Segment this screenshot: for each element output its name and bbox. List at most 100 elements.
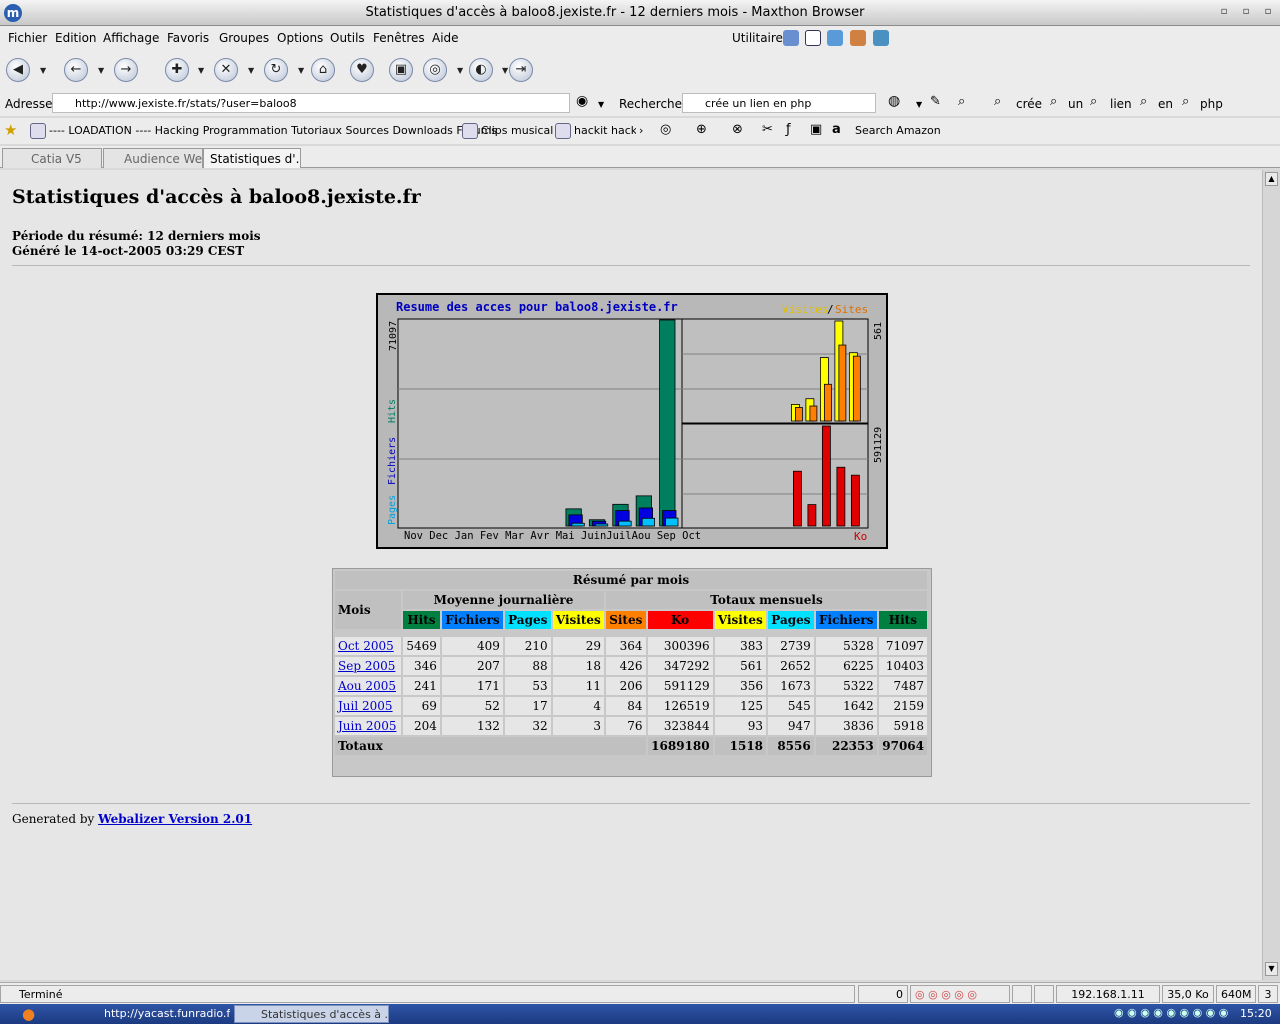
search-term-lien[interactable]: lien	[1110, 97, 1132, 111]
divider	[12, 265, 1250, 266]
chart-title: Resume des acces pour baloo8.jexiste.fr	[396, 300, 678, 314]
search-term-un[interactable]: un	[1068, 97, 1083, 111]
chevron-down-icon[interactable]: ▼	[298, 66, 304, 75]
tab-statistiques[interactable]: Statistiques d'...	[203, 148, 301, 168]
webalizer-link[interactable]: Webalizer Version 2.01	[98, 812, 252, 826]
page-icon	[555, 123, 571, 139]
media-icon[interactable]: ◎	[660, 122, 671, 137]
chevron-down-icon[interactable]: ▼	[40, 66, 46, 75]
value-cell: 347292	[647, 657, 713, 675]
tab-catia[interactable]: Catia V5	[2, 148, 102, 168]
footer-prefix: Generated by	[12, 812, 95, 826]
chevron-down-icon[interactable]: ▼	[98, 66, 104, 75]
new-window-icon[interactable]: ▣	[389, 58, 413, 82]
group-monthly-totals: Totaux mensuels	[606, 591, 927, 609]
y-axis-label-pages: Pages	[387, 495, 398, 525]
month-link[interactable]: Juin 2005	[338, 719, 396, 733]
status-indicators[interactable]: ◎ ◎ ◎ ◎ ◎	[910, 985, 1010, 1003]
column-header: Ko	[647, 611, 713, 629]
vertical-scrollbar[interactable]: ▲ ▼	[1262, 170, 1280, 980]
value-cell: 346	[403, 657, 440, 675]
exit-icon[interactable]: ⇥	[509, 58, 533, 82]
column-header: Pages	[768, 611, 814, 629]
menu-fichier[interactable]: Fichier	[8, 31, 47, 45]
favorite-clips-musical[interactable]: Clips musical	[481, 124, 553, 137]
back-button[interactable]: ←	[64, 58, 88, 82]
favorites-heart-icon[interactable]: ♥	[350, 58, 374, 82]
menu-affichage[interactable]: Affichage	[103, 31, 159, 45]
forward-button[interactable]: →	[114, 58, 138, 82]
search-icon: ⌕	[1090, 94, 1098, 109]
home-button[interactable]: ⌂	[311, 58, 335, 82]
chevron-down-icon[interactable]: ▼	[198, 66, 204, 75]
menu-outils[interactable]: Outils	[330, 31, 365, 45]
search-amazon-link[interactable]: Search Amazon	[855, 124, 941, 137]
screen-icon[interactable]	[805, 30, 821, 46]
month-link[interactable]: Aou 2005	[338, 679, 396, 693]
status-cell	[1034, 985, 1054, 1003]
menu-utilitaires[interactable]: Utilitaires	[732, 31, 789, 45]
brush-icon[interactable]	[850, 30, 866, 46]
column-header: Hits	[878, 611, 927, 629]
search-term-php[interactable]: php	[1200, 97, 1223, 111]
month-link[interactable]: Oct 2005	[338, 639, 394, 653]
go-icon[interactable]: ◉	[576, 93, 588, 109]
plugin-icon[interactable]	[873, 30, 889, 46]
highlight-icon[interactable]: ✎	[930, 94, 941, 109]
utility-tool-icon[interactable]	[783, 30, 799, 46]
totals-label: Totaux	[335, 737, 646, 755]
menu-options[interactable]: Options	[277, 31, 323, 45]
scroll-up-button[interactable]: ▲	[1265, 172, 1278, 186]
search-globe-icon[interactable]: ◐	[469, 58, 493, 82]
chevron-down-icon[interactable]: ▼	[598, 100, 604, 109]
chevron-down-icon[interactable]: ▼	[502, 66, 508, 75]
notes-icon[interactable]	[827, 30, 843, 46]
menu-aide[interactable]: Aide	[432, 31, 459, 45]
chevron-down-icon[interactable]: ▼	[248, 66, 254, 75]
refresh-button[interactable]: ↻	[264, 58, 288, 82]
column-header: Sites	[606, 611, 646, 629]
favorite-loadation[interactable]: ---- LOADATION ---- Hacking Programmatio…	[49, 124, 497, 137]
add-icon[interactable]: ⊕	[696, 122, 707, 137]
menu-favoris[interactable]: Favoris	[167, 31, 209, 45]
search-input[interactable]: crée un lien en php	[682, 93, 876, 113]
globe-icon[interactable]: ◍	[888, 93, 900, 109]
menu-edition[interactable]: Edition	[55, 31, 97, 45]
scroll-down-button[interactable]: ▼	[1265, 962, 1278, 976]
block-icon[interactable]: ⊗	[732, 122, 743, 137]
search-term-cree[interactable]: crée	[1016, 97, 1042, 111]
month-cell: Juil 2005	[335, 697, 401, 715]
taskbar-item-funradio[interactable]: http://yacast.funradio.f...	[78, 1005, 230, 1023]
menu-fenetres[interactable]: Fenêtres	[373, 31, 425, 45]
close-button[interactable]: ▫	[1262, 6, 1274, 18]
back-main-icon[interactable]: ◀	[6, 58, 30, 82]
frame-icon[interactable]: ▣	[810, 122, 822, 137]
group-icon[interactable]: ◎	[423, 58, 447, 82]
search-term-en[interactable]: en	[1158, 97, 1173, 111]
search-options-icon[interactable]: ⌕	[958, 94, 965, 109]
bar-sites	[838, 344, 847, 422]
bar-pages	[618, 520, 632, 527]
maximize-button[interactable]: ▫	[1240, 6, 1252, 18]
favorite-hackit[interactable]: hackit hackit	[574, 124, 636, 137]
flash-icon[interactable]: ƒ	[786, 122, 791, 137]
page-icon	[30, 123, 46, 139]
url-input[interactable]: http://www.jexiste.fr/stats/?user=baloo8	[52, 93, 570, 113]
chevron-down-icon[interactable]: ▼	[457, 66, 463, 75]
chevron-down-icon[interactable]: ▼	[916, 100, 922, 109]
star-icon[interactable]: ★	[4, 121, 17, 139]
start-apple-icon[interactable]: ●	[22, 1005, 35, 1023]
stop-button[interactable]: ✕	[214, 58, 238, 82]
tab-audience[interactable]: Audience We...	[103, 148, 203, 168]
tools-icon[interactable]: ✂	[762, 122, 773, 137]
close-tab-icon[interactable]: ✚	[165, 58, 189, 82]
menu-groupes[interactable]: Groupes	[219, 31, 269, 45]
taskbar-item-statistiques[interactable]: Statistiques d'accès à ...	[234, 1005, 389, 1023]
table-row: Juil 2005 69 52 17 4 84 126519 125 545 1642 2159	[335, 697, 927, 715]
chevron-right-icon[interactable]: ›	[639, 124, 643, 137]
month-link[interactable]: Sep 2005	[338, 659, 395, 673]
navigation-toolbar: ◀ ▼ ← ▼ → ✚ ▼ ✕ ▼ ↻ ▼ ⌂ ♥ ▣ ◎ ▼ ◐ ▼ ⇥	[0, 50, 1280, 90]
minimize-button[interactable]: ▫	[1218, 6, 1230, 18]
system-tray-icons[interactable]: ◉ ◉ ◉ ◉ ◉ ◉ ◉ ◉ ◉	[1114, 1006, 1228, 1019]
month-link[interactable]: Juil 2005	[338, 699, 393, 713]
